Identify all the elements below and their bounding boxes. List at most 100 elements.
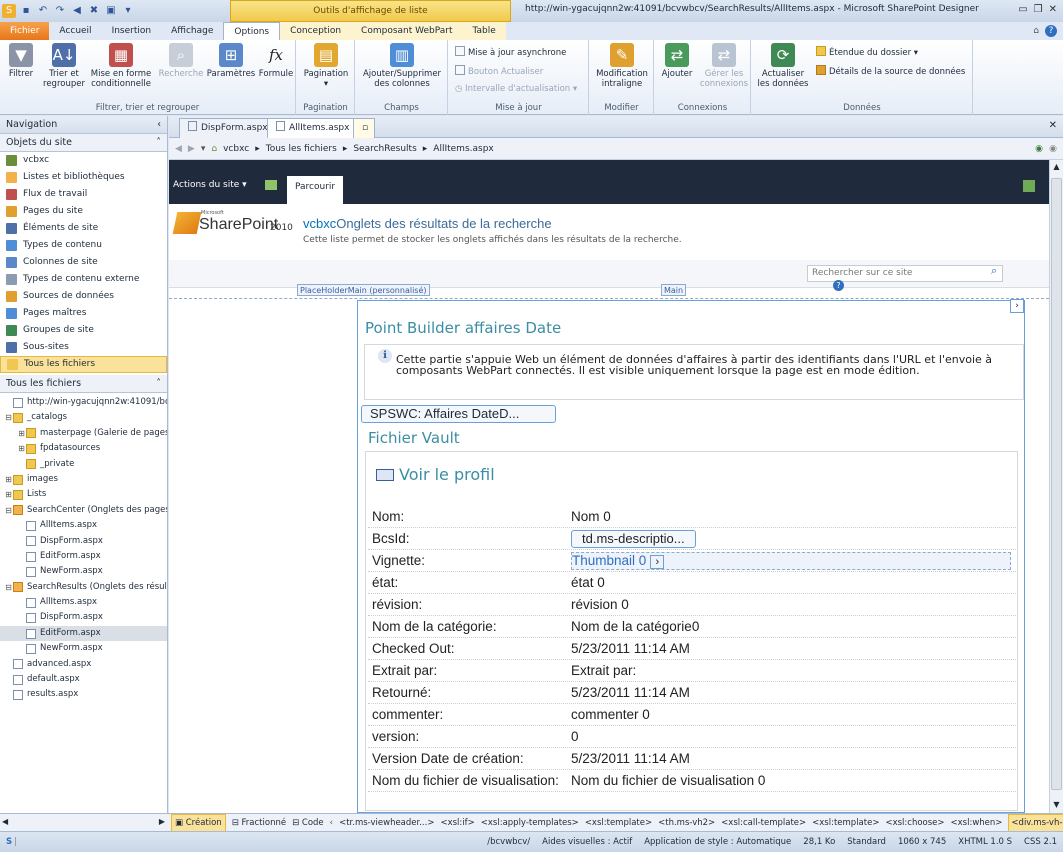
tab-home[interactable]: Accueil [49, 22, 101, 40]
manage-connections-button[interactable]: ⇄ Gérer les connexions [699, 43, 749, 89]
split-view-button[interactable]: ⊟ Fractionné [232, 815, 286, 831]
inline-edit-button[interactable]: ✎ Modification intraligne [592, 43, 652, 89]
field-value[interactable]: Nom du fichier de visualisation 0 [571, 773, 1011, 788]
tree-item[interactable]: ⊞ fpdatasources [0, 441, 167, 456]
tab-options[interactable]: Options [223, 22, 281, 40]
tree-item[interactable]: ⊞ masterpage (Galerie de pages maîtres) [0, 426, 167, 441]
tag-selector-item[interactable]: <xsl:choose> [885, 815, 944, 831]
tree-item[interactable]: EditForm.aspx [0, 625, 167, 642]
field-value[interactable]: commenter 0 [571, 707, 1011, 722]
nav-item[interactable]: Listes et bibliothèques [0, 169, 167, 186]
new-tab-button[interactable]: ▫ [353, 118, 375, 138]
status-style-app[interactable]: Application de style : Automatique [644, 832, 791, 852]
tree-item[interactable]: DispForm.aspx [0, 610, 167, 625]
status-doctype[interactable]: XHTML 1.0 S [958, 832, 1012, 852]
nav-item[interactable]: Éléments de site [0, 220, 167, 237]
search-icon[interactable]: ⌕ [991, 264, 997, 278]
nav-forward-circle-icon[interactable]: ◉ [1049, 138, 1057, 160]
user-icon[interactable] [1023, 180, 1035, 192]
zone-expand-icon[interactable]: › [1010, 299, 1024, 313]
help-icon[interactable]: ? [1045, 25, 1057, 37]
scroll-right-icon[interactable]: ▶ [159, 817, 165, 826]
parameters-button[interactable]: ⊞ Paramètres [206, 43, 256, 79]
code-view-button[interactable]: ⊟ Code [292, 815, 324, 831]
thumbnail-link[interactable]: Thumbnail 0 [572, 553, 646, 568]
tab-insert[interactable]: Insertion [102, 22, 162, 40]
breadcrumb-file[interactable]: AllItems.aspx [433, 138, 493, 160]
status-visual-aids[interactable]: Aides visuelles : Actif [542, 832, 632, 852]
nav-item[interactable]: Types de contenu [0, 237, 167, 254]
back-icon[interactable]: ◀ [70, 4, 84, 18]
expand-toggle-icon[interactable]: ⊟ [4, 503, 13, 518]
tag-selector-item[interactable]: <div.ms-vh-div> [1008, 814, 1063, 831]
nav-item[interactable]: Flux de travail [0, 186, 167, 203]
nav-item[interactable]: vcbxc [0, 152, 167, 169]
field-value[interactable]: 5/23/2011 11:14 AM [571, 641, 1011, 656]
site-name-link[interactable]: vcbxc [303, 216, 336, 231]
tree-item[interactable]: http://win-ygacujqnn2w:41091/bcvwbcv [0, 395, 167, 410]
data-source-details-button[interactable]: Détails de la source de données [816, 65, 965, 78]
tag-selector-item[interactable]: <xsl:call-template> [721, 815, 806, 831]
breadcrumb-folder[interactable]: SearchResults [353, 138, 416, 160]
tag-selector-item[interactable]: <xsl:template> [585, 815, 652, 831]
field-value[interactable]: Thumbnail 0 › [571, 551, 1011, 570]
formula-button[interactable]: fx Formule [258, 43, 294, 79]
td-tag[interactable]: td.ms-descriptio... [571, 529, 696, 548]
field-value[interactable]: état 0 [571, 575, 1011, 590]
breadcrumb-site[interactable]: vcbxc [223, 138, 249, 160]
preview-icon[interactable]: ▣ [104, 4, 118, 18]
expand-toggle-icon[interactable]: ⊟ [4, 580, 13, 595]
scroll-up-icon[interactable]: ▲ [1051, 162, 1062, 173]
field-value[interactable]: 0 [571, 729, 1011, 744]
tag-prev-icon[interactable]: ‹ [330, 815, 333, 831]
tree-item[interactable]: ⊟ SearchResults (Onglets des résultats) [0, 580, 167, 595]
nav-item[interactable]: Tous les fichiers [0, 356, 167, 373]
doc-tab-dispform[interactable]: DispForm.aspx [179, 118, 277, 138]
expand-toggle-icon[interactable]: ⊞ [4, 487, 13, 502]
site-actions-menu[interactable]: Actions du site ▾ [173, 180, 247, 190]
tab-design[interactable]: Conception [280, 22, 352, 40]
tree-item[interactable]: _private [0, 457, 167, 472]
stop-icon[interactable]: ✖ [87, 4, 101, 18]
spswc-tag[interactable]: SPSWC: Affaires DateD... [361, 405, 556, 423]
design-view-button[interactable]: ▣ Création [171, 814, 226, 831]
filter-button[interactable]: ▼ Filtrer [4, 43, 38, 79]
expand-toggle-icon[interactable]: ⊞ [17, 441, 26, 456]
expand-toggle-icon[interactable]: ⊞ [17, 426, 26, 441]
tree-item[interactable]: NewForm.aspx [0, 641, 167, 656]
tag-selector-item[interactable]: <th.ms-vh2> [658, 815, 715, 831]
nav-item[interactable]: Sous-sites [0, 339, 167, 356]
tree-item[interactable]: DispForm.aspx [0, 534, 167, 549]
tree-item[interactable]: ⊞ Lists [0, 487, 167, 502]
tree-item[interactable]: advanced.aspx [0, 657, 167, 672]
breadcrumb-all-files[interactable]: Tous les fichiers [266, 138, 337, 160]
webpart-zone[interactable]: › Point Builder affaires Date ℹ Cette pa… [357, 299, 1025, 813]
customize-qat-icon[interactable]: ▾ [121, 4, 135, 18]
view-profile-title[interactable]: Voir le profil [399, 465, 495, 484]
tag-selector-item[interactable]: <xsl:apply-templates> [481, 815, 579, 831]
add-connection-button[interactable]: ⇄ Ajouter [659, 43, 695, 79]
expand-toggle-icon[interactable]: ⊟ [4, 410, 13, 425]
status-resolution[interactable]: 1060 x 745 [898, 832, 946, 852]
tab-table[interactable]: Table [462, 22, 506, 40]
tab-file[interactable]: Fichier [0, 22, 50, 40]
field-value[interactable]: Nom de la catégorie0 [571, 619, 1011, 634]
search-button[interactable]: ⌕ Recherche [158, 43, 204, 79]
expand-toggle-icon[interactable]: ⊞ [4, 472, 13, 487]
status-mode[interactable]: Standard [847, 832, 886, 852]
field-value[interactable]: Extrait par: [571, 663, 1011, 678]
nav-item[interactable]: Pages maîtres [0, 305, 167, 322]
undo-icon[interactable]: ↶ [36, 4, 50, 18]
app-icon[interactable]: S [2, 4, 16, 18]
field-value[interactable]: 5/23/2011 11:14 AM [571, 751, 1011, 766]
tag-selector-item[interactable]: <tr.ms-viewheader...> [339, 815, 434, 831]
tree-item[interactable]: ⊟ _catalogs [0, 410, 167, 425]
tree-item[interactable]: ⊟ SearchCenter (Onglets des pages de rech… [0, 503, 167, 518]
site-objects-header[interactable]: Objets du site ˄ [0, 134, 167, 152]
folder-scope-dropdown[interactable]: Étendue du dossier ▾ [816, 46, 918, 59]
tree-item[interactable]: results.aspx [0, 687, 167, 702]
edit-page-icon[interactable] [265, 180, 277, 190]
horizontal-scrollbar[interactable]: ◀ ▶ [0, 813, 169, 831]
tree-item[interactable]: AllItems.aspx [0, 595, 167, 610]
nav-item[interactable]: Types de contenu externe [0, 271, 167, 288]
